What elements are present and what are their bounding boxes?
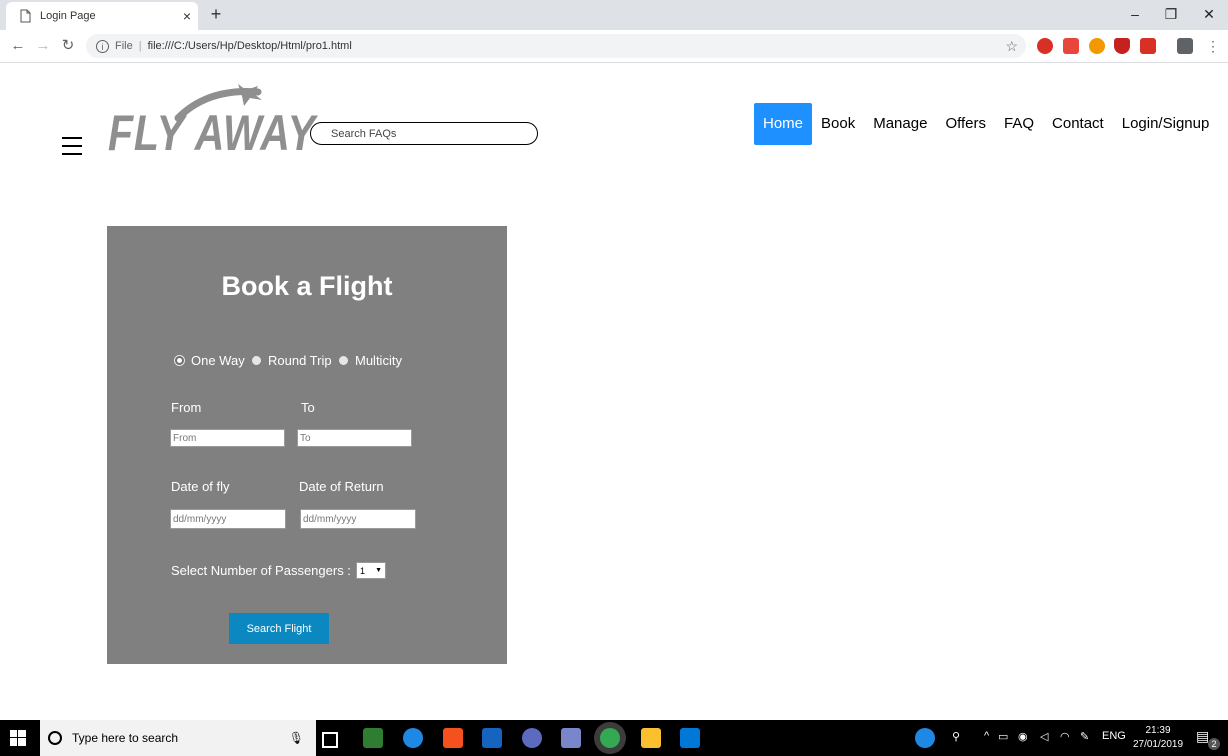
close-window-button[interactable]: ✕ <box>1190 2 1228 26</box>
extension-icon-1[interactable] <box>1037 38 1053 54</box>
multicity-radio[interactable] <box>339 356 348 365</box>
clock-date: 27/01/2019 <box>1132 739 1184 750</box>
bookmark-star-icon[interactable]: ☆ <box>1005 38 1018 55</box>
from-label: From <box>171 400 202 415</box>
paint-icon[interactable] <box>561 728 581 748</box>
date-of-return-label: Date of Return <box>299 479 384 494</box>
date-of-fly-label: Date of fly <box>171 479 230 494</box>
microphone-icon[interactable]: 🎙 <box>289 731 304 745</box>
taskbar-search[interactable]: Type here to search 🎙 <box>40 720 316 756</box>
extension-icon-6[interactable] <box>1177 38 1193 54</box>
chevron-down-icon: ▼ <box>375 567 382 574</box>
extension-icon-2[interactable] <box>1063 38 1079 54</box>
forward-icon[interactable]: → <box>33 36 53 56</box>
minimize-button[interactable]: – <box>1116 2 1154 26</box>
pen-icon[interactable]: ✎ <box>1080 730 1089 743</box>
reload-icon[interactable]: ↻ <box>58 36 78 56</box>
chevron-up-icon[interactable]: ^ <box>984 730 989 742</box>
cortana-icon <box>48 731 62 745</box>
date-of-return-input[interactable] <box>300 509 416 529</box>
browser-menu-icon[interactable]: ⋮ <box>1206 38 1220 55</box>
battery-icon[interactable]: ▭ <box>998 730 1008 743</box>
network-icon[interactable]: ◉ <box>1018 730 1028 743</box>
to-input[interactable] <box>297 429 412 447</box>
trip-multicity[interactable]: Multicity <box>339 353 402 368</box>
one-way-radio[interactable] <box>175 356 184 365</box>
faq-search-input[interactable] <box>310 122 538 145</box>
browser-tab[interactable]: Login Page × <box>6 2 198 30</box>
page-icon <box>20 9 31 23</box>
info-icon[interactable]: i <box>96 39 109 53</box>
taskbar-search-text: Type here to search <box>72 731 179 745</box>
tab-title: Login Page <box>40 10 96 22</box>
nav-manage[interactable]: Manage <box>864 103 936 145</box>
passengers-value: 1 <box>360 565 366 576</box>
windows-start-icon[interactable] <box>10 730 26 746</box>
volume-icon[interactable]: ◁ <box>1040 730 1048 743</box>
language-indicator[interactable]: ENG <box>1102 730 1126 742</box>
search-flight-button[interactable]: Search Flight <box>229 613 329 644</box>
trip-round-trip[interactable]: Round Trip <box>252 353 332 368</box>
one-way-label: One Way <box>191 353 245 368</box>
eclipse-icon[interactable] <box>522 728 542 748</box>
store-icon[interactable] <box>443 728 463 748</box>
extension-icon-5[interactable] <box>1140 38 1156 54</box>
from-input[interactable] <box>170 429 285 447</box>
url-scheme: File <box>115 40 133 52</box>
nav-contact[interactable]: Contact <box>1043 103 1113 145</box>
to-label: To <box>301 400 315 415</box>
browser-tab-bar: Login Page × + – ❐ ✕ <box>0 0 1228 30</box>
shield-icon[interactable] <box>1114 38 1130 54</box>
taskbar: Type here to search 🎙 ⚲ ^ ▭ ◉ ◁ ◠ ✎ ENG … <box>0 720 1228 756</box>
nav-home[interactable]: Home <box>754 103 813 145</box>
nav-login-signup[interactable]: Login/Signup <box>1113 103 1219 145</box>
nav-book[interactable]: Book <box>812 103 864 145</box>
task-view-icon[interactable] <box>322 732 338 748</box>
passengers-label: Select Number of Passengers : <box>171 563 351 578</box>
wifi-icon[interactable]: ◠ <box>1060 730 1070 743</box>
notification-count: 2 <box>1208 738 1220 750</box>
url-separator: | <box>138 40 142 52</box>
file-explorer-icon[interactable] <box>641 728 661 748</box>
hamburger-menu-icon[interactable] <box>62 137 82 157</box>
url-field[interactable]: i File | file:///C:/Users/Hp/Desktop/Htm… <box>86 34 1026 58</box>
app-icon-1[interactable] <box>363 728 383 748</box>
logo: FLY AWAY <box>108 82 315 162</box>
tab-close-icon[interactable]: × <box>176 8 198 24</box>
main-nav: Home Book Manage Offers FAQ Contact Logi… <box>754 103 1218 145</box>
clock-time: 21:39 <box>1145 725 1171 736</box>
logo-text: FLY AWAY <box>108 105 316 161</box>
vscode-icon[interactable] <box>680 728 700 748</box>
cookie-icon[interactable] <box>1089 38 1105 54</box>
date-of-fly-input[interactable] <box>170 509 286 529</box>
clock[interactable]: 21:39 27/01/2019 <box>1130 724 1186 752</box>
dropbox-icon[interactable] <box>482 728 502 748</box>
round-trip-radio[interactable] <box>252 356 261 365</box>
maximize-button[interactable]: ❐ <box>1152 2 1190 26</box>
help-icon[interactable] <box>915 728 935 748</box>
people-icon[interactable]: ⚲ <box>952 730 960 743</box>
multicity-label: Multicity <box>355 353 402 368</box>
booking-panel: Book a Flight One Way Round Trip Multici… <box>107 226 507 664</box>
nav-offers[interactable]: Offers <box>936 103 995 145</box>
booking-title: Book a Flight <box>221 271 393 301</box>
address-bar: ← → ↻ i File | file:///C:/Users/Hp/Deskt… <box>0 30 1228 63</box>
url-text: file:///C:/Users/Hp/Desktop/Html/pro1.ht… <box>147 40 352 52</box>
passengers-select[interactable]: 1 ▼ <box>356 562 386 579</box>
round-trip-label: Round Trip <box>268 353 332 368</box>
chrome-icon[interactable] <box>600 728 620 748</box>
new-tab-button[interactable]: + <box>206 4 226 25</box>
nav-faq[interactable]: FAQ <box>995 103 1043 145</box>
back-icon[interactable]: ← <box>8 36 28 56</box>
trip-one-way[interactable]: One Way <box>175 353 245 368</box>
edge-icon[interactable] <box>403 728 423 748</box>
